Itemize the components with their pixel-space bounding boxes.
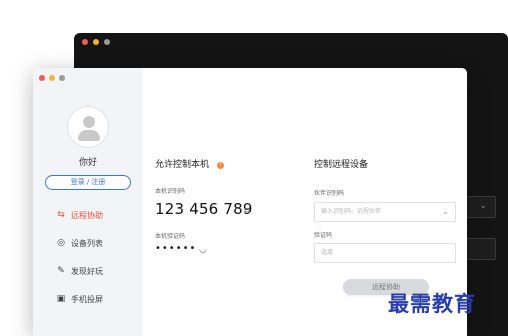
- verify-code-input[interactable]: 选填: [314, 243, 456, 263]
- verify-code-placeholder: 选填: [321, 249, 334, 256]
- remote-control-title: 控制远程设备: [314, 160, 369, 170]
- avatar[interactable]: [67, 106, 109, 148]
- maximize-dot-icon[interactable]: [59, 75, 65, 81]
- close-dot-icon[interactable]: [39, 75, 45, 81]
- password-label: 本机验证码: [155, 233, 186, 240]
- remote-assist-icon: ⇆: [57, 210, 65, 220]
- maximize-dot-icon[interactable]: [104, 39, 110, 45]
- close-dot-icon[interactable]: [82, 39, 88, 45]
- greeting-text: 你好: [78, 158, 97, 168]
- allow-control-title-text: 允许控制本机: [155, 160, 210, 170]
- chevron-down-icon: ⌄: [479, 201, 487, 211]
- chevron-down-icon[interactable]: ⌄: [442, 203, 449, 221]
- background-input[interactable]: [466, 238, 496, 260]
- watermark-logo: 最需教育: [388, 291, 476, 316]
- password-value: ••••••: [155, 243, 197, 254]
- sidebar-item-discover[interactable]: ✎ 发现好玩: [55, 264, 103, 278]
- device-id-value: 123 456 789: [155, 200, 253, 218]
- user-icon-body: [78, 130, 100, 141]
- sidebar-item-label: 发现好玩: [71, 266, 103, 276]
- device-list-icon: ◎: [57, 238, 65, 248]
- discover-icon: ✎: [57, 266, 65, 276]
- window-controls: [39, 75, 65, 81]
- info-icon[interactable]: !: [217, 162, 225, 169]
- partner-id-input[interactable]: 输入识别码、远程伙伴 ⌄: [314, 202, 456, 222]
- minimize-dot-icon[interactable]: [93, 39, 99, 45]
- user-icon-head: [83, 116, 95, 128]
- sidebar-nav: ⇆ 远程协助 ◎ 设备列表 ✎ 发现好玩 ▣ 手机投屏: [55, 208, 103, 320]
- partner-id-placeholder: 输入识别码、远程伙伴: [321, 208, 382, 215]
- background-dropdown[interactable]: ⌄: [466, 196, 496, 218]
- allow-control-title: 允许控制本机!: [155, 157, 225, 170]
- refresh-icon[interactable]: ◡: [199, 245, 207, 255]
- copy-icon[interactable]: ⧉: [244, 206, 250, 216]
- verify-code-label: 验证码: [314, 232, 333, 239]
- sidebar-item-label: 手机投屏: [71, 294, 103, 304]
- screen-cast-icon: ▣: [56, 294, 66, 304]
- sidebar-item-remote-assist[interactable]: ⇆ 远程协助: [55, 208, 103, 222]
- sidebar-item-device-list[interactable]: ◎ 设备列表: [55, 236, 103, 250]
- sidebar-item-screen-cast[interactable]: ▣ 手机投屏: [55, 292, 103, 306]
- login-register-button[interactable]: 登录 / 注册: [45, 175, 131, 190]
- sidebar: 你好 登录 / 注册 ⇆ 远程协助 ◎ 设备列表 ✎ 发现好玩 ▣ 手机投屏: [33, 68, 143, 336]
- minimize-dot-icon[interactable]: [49, 75, 55, 81]
- back-window-controls: [82, 39, 110, 45]
- sidebar-item-label: 设备列表: [71, 238, 103, 248]
- sidebar-item-label: 远程协助: [71, 210, 103, 220]
- device-id-label: 本机识别码: [155, 188, 186, 195]
- partner-id-label: 伙伴识别码: [314, 190, 345, 197]
